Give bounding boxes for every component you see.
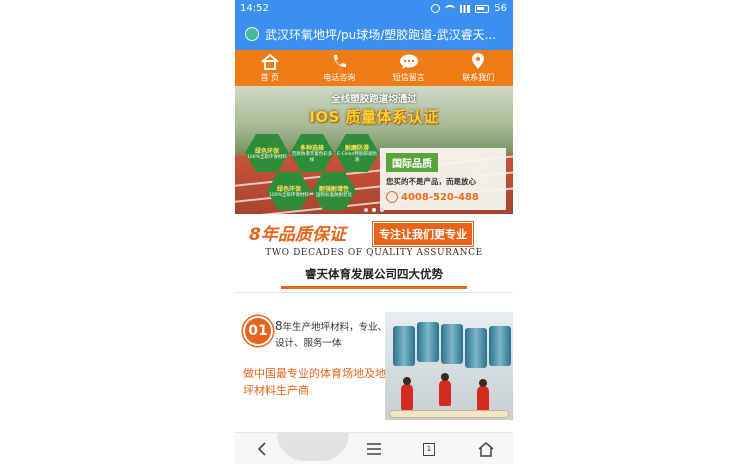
panel-phone[interactable]: 4008-520-488: [386, 191, 479, 203]
advantage-desc: 年生产地坪材料，专业、设计、服务一体: [275, 322, 388, 349]
carousel-dot[interactable]: [380, 208, 384, 212]
location-icon: [472, 53, 485, 69]
nav-label: 短信留言: [392, 73, 425, 82]
quality-years: 8年品质保证: [249, 225, 346, 245]
quality-english: TWO DECADES OF QUALITY ASSURANCE: [265, 248, 483, 258]
tabs-button[interactable]: 1: [418, 439, 440, 459]
signal-icon: [460, 4, 471, 13]
phone-screen: 14:52 56 武汉环氧地坪/pu球场/塑胶跑道-武汉睿天... 首 页 电话…: [235, 0, 513, 464]
advantage-text: 8年生产地坪材料，专业、设计、服务一体: [275, 318, 395, 352]
phone-icon: [386, 191, 398, 203]
advantage-slogan: 做中国最专业的体育场地及地坪材料生产商: [243, 367, 386, 397]
back-icon[interactable]: [251, 439, 273, 459]
panel-title: 国际品质: [386, 153, 438, 172]
banner-headline: 全线塑胶跑道均通过: [331, 94, 417, 105]
divider: [235, 292, 513, 293]
site-icon: [245, 27, 259, 41]
home-icon: [261, 54, 279, 70]
nav-item-contact[interactable]: 联系我们: [444, 50, 514, 86]
factory-photo: [385, 312, 513, 420]
nav-item-home[interactable]: 首 页: [235, 50, 305, 86]
nav-label: 联系我们: [462, 73, 495, 82]
section-title: 睿天体育发展公司四大优势: [305, 267, 443, 281]
panel-slogan: 您买的不是产品，而是放心: [386, 177, 476, 186]
battery-icon: [475, 4, 490, 13]
top-nav: 首 页 电话咨询 短信留言 联系我们: [235, 50, 513, 86]
advantage-number: 01: [243, 316, 273, 346]
message-icon: [399, 54, 418, 69]
home-button-icon[interactable]: [475, 439, 497, 459]
address-bar[interactable]: 武汉环氧地坪/pu球场/塑胶跑道-武汉睿天...: [235, 18, 513, 50]
menu-icon[interactable]: [363, 439, 385, 459]
advantage-lead: 8: [275, 319, 283, 333]
quality-header: 8年品质保证 专注让我们更专业: [235, 218, 513, 248]
page-url[interactable]: 武汉环氧地坪/pu球场/塑胶跑道-武汉睿天...: [265, 26, 496, 43]
panel-phone-number: 4008-520-488: [401, 191, 479, 203]
nav-item-phone[interactable]: 电话咨询: [305, 50, 375, 86]
quality-panel: 国际品质 您买的不是产品，而是放心 4008-520-488: [380, 148, 506, 210]
banner-cert-title: IOS 质量体系认证: [309, 108, 439, 126]
tab-count: 1: [423, 442, 435, 456]
hero-banner[interactable]: 全线塑胶跑道均通过 IOS 质量体系认证 绿色环保 100%全新环保材料 多种选…: [235, 86, 513, 214]
status-icons: 56: [431, 3, 507, 14]
quality-motto: 专注让我们更专业: [372, 221, 474, 247]
wifi-icon: [445, 4, 456, 13]
battery-level: 56: [494, 3, 507, 14]
nav-label: 首 页: [260, 73, 280, 82]
phone-icon: [334, 55, 347, 68]
nav-item-message[interactable]: 短信留言: [374, 50, 444, 86]
title-underline: [281, 286, 467, 289]
mask-watermark: [277, 433, 349, 461]
nav-label: 电话咨询: [323, 73, 356, 82]
carousel-dot[interactable]: [364, 208, 368, 212]
carousel-dot-active[interactable]: [372, 208, 376, 212]
status-time: 14:52: [240, 3, 269, 14]
carousel-dots: [235, 208, 513, 212]
status-bar: 14:52 56: [235, 0, 513, 18]
browser-bottom-bar: 1: [235, 432, 513, 464]
alarm-icon: [431, 4, 441, 13]
